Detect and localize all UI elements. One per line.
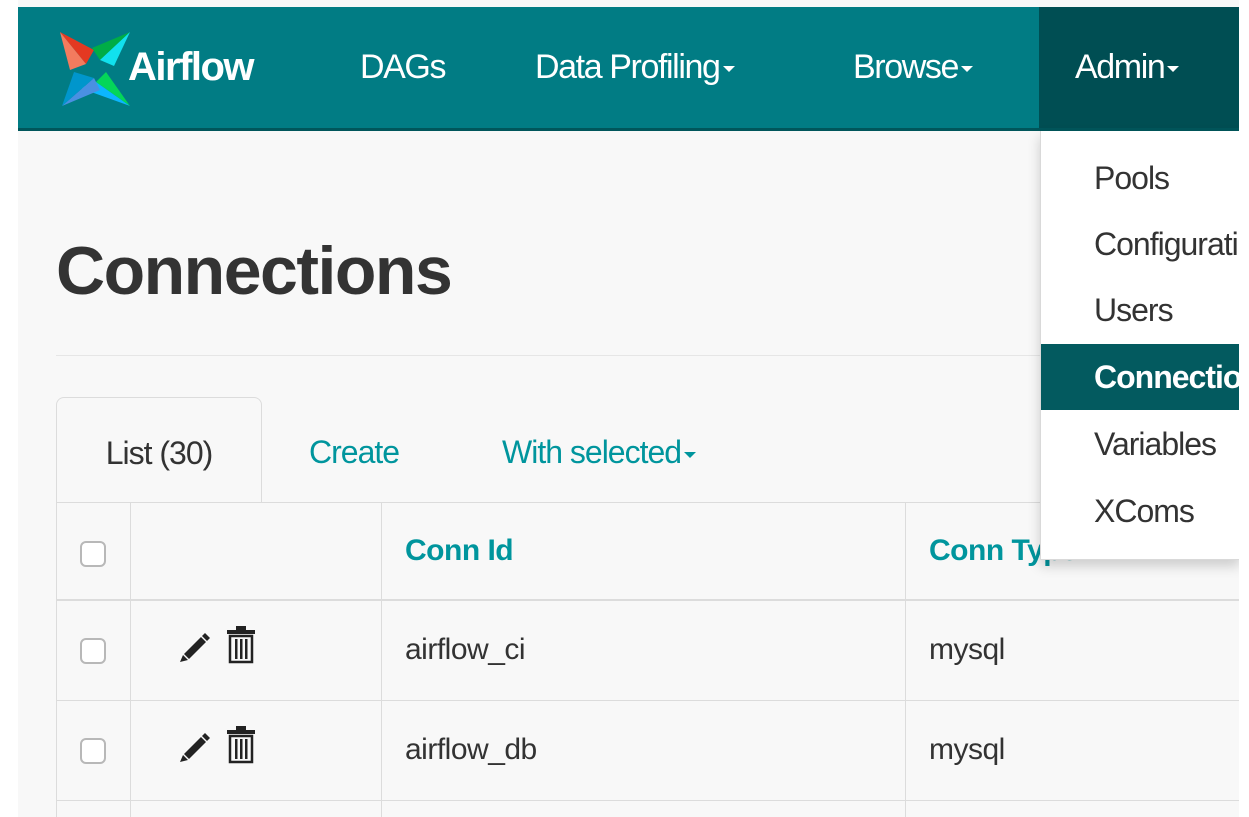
tab-list-label: List (30)	[105, 435, 214, 471]
caret-down-icon	[684, 451, 697, 458]
top-navbar: Airflow DAGs Data Profiling Browse Admin	[18, 7, 1239, 131]
tab-create[interactable]: Create	[309, 397, 400, 502]
pencil-icon[interactable]	[176, 628, 210, 664]
nav-browse[interactable]: Browse	[853, 7, 973, 128]
caret-down-icon	[960, 66, 973, 73]
cell-conn-id: airflow_db	[405, 733, 537, 766]
table-header-border	[56, 599, 1239, 601]
nav-admin[interactable]: Admin	[1039, 7, 1239, 128]
nav-admin-label: Admin	[1075, 48, 1166, 86]
brand-name: Airflow	[128, 44, 255, 89]
pencil-icon[interactable]	[176, 728, 210, 764]
caret-down-icon	[1167, 66, 1180, 73]
airflow-logo-icon	[60, 32, 130, 106]
row-checkbox[interactable]	[80, 638, 106, 664]
table-row-border	[56, 700, 1239, 701]
table-col-border	[56, 502, 57, 817]
table-col-border	[130, 502, 131, 817]
tab-with-selected-label: With selected	[502, 434, 682, 470]
nav-data-profiling-label: Data Profiling	[535, 48, 721, 86]
cell-conn-id: airflow_ci	[405, 633, 526, 666]
menu-item-label: Users	[1094, 292, 1174, 328]
trash-icon[interactable]	[225, 724, 257, 764]
menu-item-users[interactable]: Users	[1041, 277, 1239, 343]
menu-item-label: Variables	[1094, 426, 1217, 462]
trash-icon[interactable]	[225, 624, 257, 664]
table-col-border	[905, 502, 906, 817]
menu-item-label: Pools	[1094, 160, 1170, 196]
menu-item-label: Connections	[1094, 359, 1239, 395]
cell-conn-type: mysql	[929, 633, 1005, 666]
page-title: Connections	[56, 233, 453, 309]
cell-conn-type: mysql	[929, 733, 1005, 766]
table-col-border	[381, 502, 382, 817]
caret-down-icon	[722, 66, 735, 73]
select-all-checkbox[interactable]	[80, 541, 106, 567]
nav-dags-label: DAGs	[360, 48, 446, 86]
tab-list[interactable]: List (30)	[56, 397, 262, 502]
menu-item-pools[interactable]: Pools	[1041, 145, 1239, 211]
brand-link[interactable]: Airflow	[56, 26, 255, 112]
menu-item-label: XComs	[1094, 493, 1195, 529]
tab-create-label: Create	[309, 434, 400, 470]
table-row-border	[56, 800, 1239, 801]
menu-item-connections[interactable]: Connections	[1041, 344, 1239, 410]
menu-item-xcoms[interactable]: XComs	[1041, 478, 1239, 544]
menu-item-label: Configuration	[1094, 226, 1239, 262]
menu-item-configuration[interactable]: Configuration	[1041, 211, 1239, 277]
browser-viewport: Airflow DAGs Data Profiling Browse Admin…	[18, 0, 1239, 817]
nav-browse-label: Browse	[853, 48, 959, 86]
column-header-conn-id[interactable]: Conn Id	[405, 502, 514, 599]
admin-dropdown-menu: Pools Configuration Users Connections Va…	[1040, 131, 1239, 560]
menu-item-variables[interactable]: Variables	[1041, 411, 1239, 477]
tab-with-selected[interactable]: With selected	[502, 397, 697, 502]
nav-data-profiling[interactable]: Data Profiling	[535, 7, 735, 128]
row-checkbox[interactable]	[80, 738, 106, 764]
nav-dags[interactable]: DAGs	[360, 7, 446, 128]
